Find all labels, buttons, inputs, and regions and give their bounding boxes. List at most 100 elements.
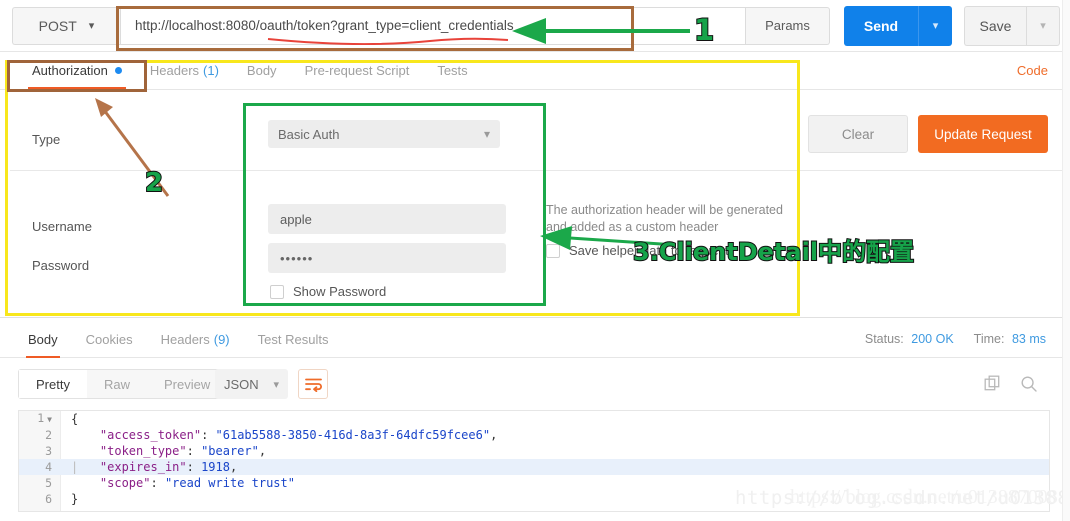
tab-headers[interactable]: Headers (1) — [136, 52, 233, 90]
code-line-number: 6 — [45, 492, 52, 506]
update-request-button[interactable]: Update Request — [918, 115, 1048, 153]
response-tab-headers-count: (9) — [213, 332, 230, 347]
authorization-panel: Type Basic Auth ▾ Username apple Passwor… — [0, 90, 1070, 318]
send-options-button[interactable]: ▾ — [918, 5, 952, 46]
tab-body[interactable]: Body — [233, 52, 291, 90]
code-link[interactable]: Code — [1017, 63, 1048, 78]
request-bar: POST ▾ http://localhost:8080/oauth/token… — [0, 0, 1070, 52]
code-line-text: "access_token": "61ab5588-3850-416d-8a3f… — [99, 428, 498, 442]
http-method-selector[interactable]: POST ▾ — [12, 6, 120, 45]
response-tab-test-results[interactable]: Test Results — [244, 321, 343, 359]
password-label: Password — [32, 258, 90, 273]
code-line-text: "token_type": "bearer", — [99, 444, 267, 458]
tab-body-label: Body — [246, 63, 277, 78]
response-tools — [984, 375, 1038, 393]
view-mode-preview-label: Preview — [163, 376, 211, 392]
username-input[interactable]: apple — [268, 204, 506, 234]
update-request-label: Update Request — [934, 126, 1032, 142]
code-line-number: 4 — [45, 460, 52, 474]
code-line: 2 "access_token": "61ab5588-3850-416d-8a… — [19, 427, 1049, 443]
status-label: Status: — [864, 332, 904, 346]
username-value: apple — [280, 211, 312, 227]
http-method-label: POST — [38, 17, 77, 34]
chevron-down-icon: ▾ — [483, 127, 490, 141]
checkbox-icon — [270, 284, 284, 299]
url-input[interactable]: http://localhost:8080/oauth/token?grant_… — [120, 6, 746, 45]
params-label: Params — [765, 18, 810, 33]
code-line-text: } — [71, 492, 79, 506]
clear-button[interactable]: Clear — [808, 115, 908, 153]
response-tab-cookies[interactable]: Cookies — [72, 321, 147, 359]
show-password-checkbox[interactable]: Show Password — [270, 284, 386, 299]
response-tabs: Body Cookies Headers (9) Test Results St… — [0, 321, 1070, 359]
view-mode-raw-label: Raw — [103, 376, 130, 392]
code-line-text: "scope": "read write trust" — [99, 476, 295, 490]
panel-divider — [10, 170, 1070, 171]
chevron-down-icon: ▾ — [273, 378, 279, 391]
chevron-down-icon: ▾ — [932, 20, 939, 32]
wrap-lines-button[interactable] — [298, 369, 328, 399]
tab-pre-request-script[interactable]: Pre-request Script — [291, 52, 424, 90]
save-label: Save — [979, 17, 1012, 34]
tab-authorization[interactable]: Authorization — [18, 52, 136, 90]
format-select[interactable]: JSON ▾ — [215, 369, 288, 399]
save-button[interactable]: Save — [964, 5, 1026, 46]
format-value: JSON — [224, 376, 259, 392]
save-helper-data-checkbox[interactable]: Save helper data to request — [546, 243, 729, 258]
code-line-text: | "expires_in": 1918, — [71, 460, 238, 474]
save-helper-data-label: Save helper data to request — [569, 243, 729, 258]
copy-icon[interactable] — [984, 375, 1002, 393]
show-password-label: Show Password — [293, 284, 387, 299]
send-button-group: Send ▾ — [844, 5, 952, 46]
code-line-number: 5 — [45, 476, 52, 490]
response-meta: Status: 200 OK Time: 83 ms — [865, 332, 1046, 346]
code-line-number: 1 ▼ — [37, 411, 52, 425]
url-text: http://localhost:8080/oauth/token?grant_… — [135, 18, 514, 33]
view-mode-raw[interactable]: Raw — [87, 370, 147, 398]
chevron-down-icon: ▾ — [1040, 20, 1046, 32]
auth-type-select[interactable]: Basic Auth ▾ — [268, 120, 500, 148]
send-button[interactable]: Send — [844, 5, 918, 46]
response-tab-headers-label: Headers — [160, 332, 210, 347]
tab-tests-label: Tests — [437, 63, 468, 78]
tab-authorization-label: Authorization — [32, 63, 108, 78]
auth-helper-text: The authorization header will be generat… — [546, 203, 783, 234]
response-tab-headers[interactable]: Headers (9) — [147, 321, 244, 359]
username-label: Username — [32, 219, 92, 234]
code-line: 4 | "expires_in": 1918, — [19, 459, 1049, 475]
view-mode-pretty[interactable]: Pretty — [19, 370, 87, 398]
tab-headers-count: (1) — [203, 63, 219, 78]
modified-dot-icon — [114, 67, 122, 74]
params-button[interactable]: Params — [746, 6, 830, 45]
chevron-down-icon: ▾ — [88, 20, 95, 32]
tab-tests[interactable]: Tests — [423, 52, 481, 90]
checkbox-icon — [546, 243, 560, 258]
password-input[interactable]: •••••• — [268, 243, 506, 273]
auth-type-label: Type — [32, 132, 61, 147]
tab-pre-request-script-label: Pre-request Script — [304, 63, 410, 78]
time-badge: Time: 83 ms — [974, 332, 1046, 346]
response-tab-test-results-label: Test Results — [257, 332, 329, 347]
code-line-text: { — [71, 412, 79, 426]
save-button-group: Save ▾ — [964, 5, 1060, 46]
watermark-url-overlay: https://blog.csdn.net/u013887008 — [790, 486, 1058, 508]
code-line-number: 3 — [45, 444, 52, 458]
response-tab-body[interactable]: Body — [14, 321, 72, 359]
code-line: 1 ▼ { — [19, 411, 1049, 427]
status-value: 200 OK — [911, 332, 954, 346]
fold-toggle-icon[interactable]: ▼ — [44, 415, 52, 424]
time-value: 83 ms — [1011, 332, 1046, 346]
vertical-scrollbar[interactable] — [1062, 0, 1070, 521]
password-value: •••••• — [280, 250, 314, 266]
search-icon[interactable] — [1020, 375, 1038, 393]
status-badge: Status: 200 OK — [865, 332, 954, 346]
response-body-toolbar: Pretty Raw Preview JSON ▾ — [0, 358, 1070, 410]
view-mode-segmented-control: Pretty Raw Preview — [18, 369, 229, 399]
response-tab-body-label: Body — [28, 332, 58, 347]
word-wrap-icon — [304, 378, 322, 392]
send-label: Send — [863, 17, 899, 34]
auth-type-value: Basic Auth — [278, 126, 340, 142]
save-options-button[interactable]: ▾ — [1026, 5, 1060, 46]
time-label: Time: — [973, 332, 1005, 346]
request-tabs: Authorization Headers (1) Body Pre-reque… — [0, 52, 1070, 90]
